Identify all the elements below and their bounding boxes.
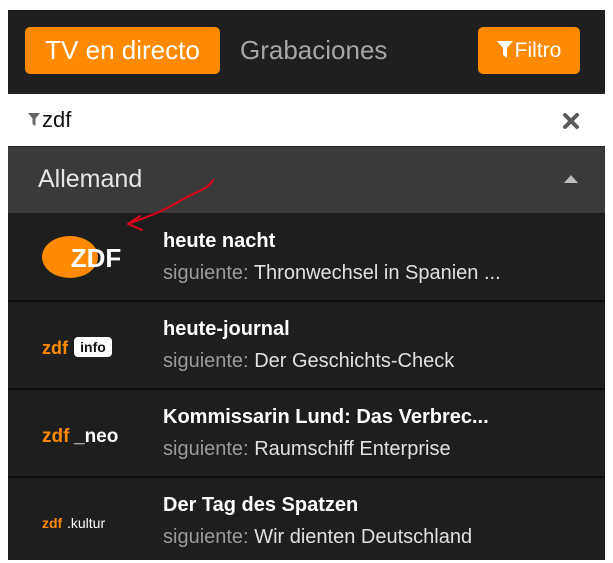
next-title: Wir dienten Deutschland xyxy=(254,526,473,548)
channel-row[interactable]: zdf _neo Kommissarin Lund: Das Verbrec..… xyxy=(8,390,605,478)
next-label: siguiente: xyxy=(163,526,249,548)
next-program: siguiente: Wir dienten Deutschland xyxy=(163,526,472,549)
next-program: siguiente: Der Geschichts-Check xyxy=(163,350,454,373)
zdfkultur-logo: zdf .kultur xyxy=(42,515,105,531)
tab-recordings[interactable]: Grabaciones xyxy=(240,27,387,74)
search-input[interactable] xyxy=(42,104,542,136)
next-program: siguiente: Raumschiff Enterprise xyxy=(163,438,451,461)
zdfneo-logo-prefix: zdf xyxy=(42,426,70,447)
next-title: Raumschiff Enterprise xyxy=(254,438,451,460)
next-program: siguiente: Thronwechsel in Spanien ... xyxy=(163,262,501,285)
funnel-icon xyxy=(28,113,40,126)
next-label: siguiente: xyxy=(163,438,249,460)
next-label: siguiente: xyxy=(163,262,249,284)
next-title: Thronwechsel in Spanien ... xyxy=(253,262,501,284)
filter-button-label: Filtro xyxy=(514,39,562,62)
chevron-up-icon[interactable] xyxy=(564,175,578,183)
close-icon[interactable] xyxy=(560,110,582,132)
zdfinfo-logo-badge: info xyxy=(80,339,106,355)
program-title: Der Tag des Spatzen xyxy=(163,494,359,516)
tab-live-tv[interactable]: TV en directo xyxy=(25,27,220,74)
top-bar: TV en directo Grabaciones Filtro xyxy=(8,10,605,92)
program-title: heute-journal xyxy=(163,318,290,340)
channel-row[interactable]: zdf info heute-journal siguiente: Der Ge… xyxy=(8,302,605,390)
channel-row[interactable]: zdf .kultur Der Tag des Spatzen siguient… xyxy=(8,478,605,560)
zdf-logo: ZDF xyxy=(42,236,122,278)
group-title: Allemand xyxy=(38,165,143,193)
zdfinfo-logo-prefix: zdf xyxy=(42,338,69,358)
zdfinfo-logo: zdf info xyxy=(42,337,112,358)
zdfkultur-logo-prefix: zdf xyxy=(42,515,63,531)
filter-button[interactable]: Filtro xyxy=(478,27,580,74)
channel-group-header[interactable]: Allemand xyxy=(8,147,605,214)
funnel-icon xyxy=(496,41,513,58)
zdf-logo-text: ZDF xyxy=(71,243,122,273)
next-label: siguiente: xyxy=(163,350,249,372)
zdfkultur-logo-suffix: .kultur xyxy=(67,515,105,531)
zdfneo-logo: zdf _neo xyxy=(42,426,118,447)
program-title: heute nacht xyxy=(163,230,276,252)
zdfneo-logo-suffix: _neo xyxy=(73,426,118,447)
program-title: Kommissarin Lund: Das Verbrec... xyxy=(163,406,489,428)
channel-row[interactable]: ZDF heute nacht siguiente: Thronwechsel … xyxy=(8,214,605,302)
tv-panel: TV en directo Grabaciones Filtro Alleman… xyxy=(8,10,605,560)
next-title: Der Geschichts-Check xyxy=(254,350,455,372)
search-bar xyxy=(8,94,605,146)
